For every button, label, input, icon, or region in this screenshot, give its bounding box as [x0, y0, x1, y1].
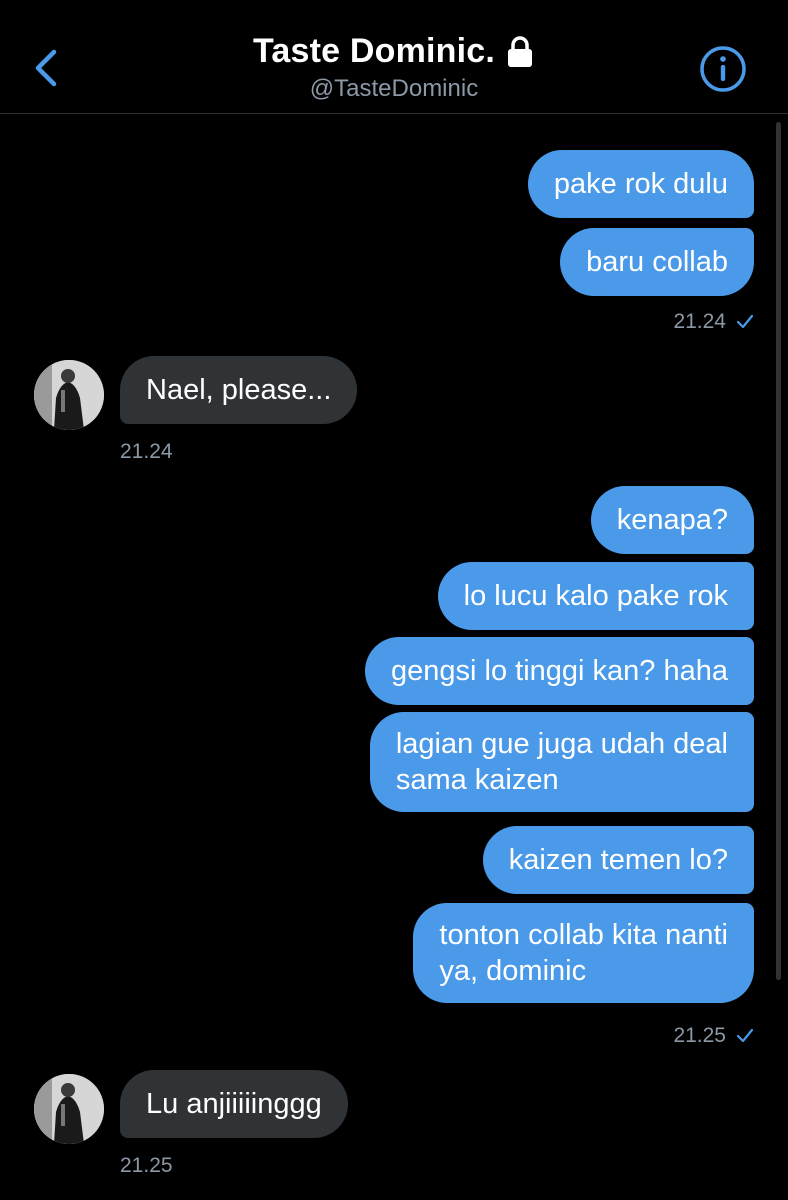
outgoing-message[interactable]: baru collab	[560, 228, 754, 296]
outgoing-message-multiline[interactable]: tonton collab kita nanti ya, dominic	[413, 903, 754, 1003]
message-line: sama kaizen	[395, 764, 559, 796]
outgoing-message[interactable]: pake rok dulu	[527, 150, 754, 218]
conversation-info-button[interactable]	[698, 44, 748, 94]
outgoing-message[interactable]: kaizen temen lo?	[482, 826, 754, 894]
scrollbar[interactable]	[776, 122, 781, 980]
incoming-message[interactable]: Nael, please...	[120, 356, 358, 424]
message-line: ya, dominic	[439, 955, 587, 987]
conversation-handle: @TasteDominic	[309, 75, 479, 102]
message-timestamp: 21.25	[673, 1024, 754, 1048]
avatar[interactable]	[34, 360, 104, 430]
outgoing-message[interactable]: kenapa?	[590, 486, 754, 554]
avatar[interactable]	[34, 1074, 104, 1144]
info-icon	[700, 46, 746, 92]
timestamp-text: 21.24	[673, 310, 726, 333]
message-line: tonton collab kita nanti	[439, 919, 728, 951]
conversation-title: Taste Dominic.	[252, 32, 496, 70]
message-timestamp: 21.24	[673, 310, 754, 334]
message-line: lagian gue juga udah deal	[395, 728, 728, 760]
timestamp-text: 21.25	[673, 1024, 726, 1047]
conversation-header: Taste Dominic. @TasteDominic	[0, 0, 788, 114]
message-timestamp: 21.24	[120, 440, 173, 463]
outgoing-message[interactable]: gengsi lo tinggi kan? haha	[365, 637, 754, 705]
avatar-image	[34, 1074, 104, 1144]
checkmark-icon	[736, 314, 754, 329]
avatar-image	[34, 360, 104, 430]
conversation-title-block[interactable]: Taste Dominic. @TasteDominic	[0, 32, 788, 103]
lock-icon	[508, 35, 533, 67]
incoming-message[interactable]: Lu anjiiiiinggg	[120, 1070, 348, 1138]
outgoing-message[interactable]: lo lucu kalo pake rok	[437, 562, 754, 630]
message-timestamp: 21.25	[120, 1154, 173, 1177]
checkmark-icon	[736, 1028, 754, 1043]
outgoing-message-multiline[interactable]: lagian gue juga udah deal sama kaizen	[369, 712, 754, 812]
